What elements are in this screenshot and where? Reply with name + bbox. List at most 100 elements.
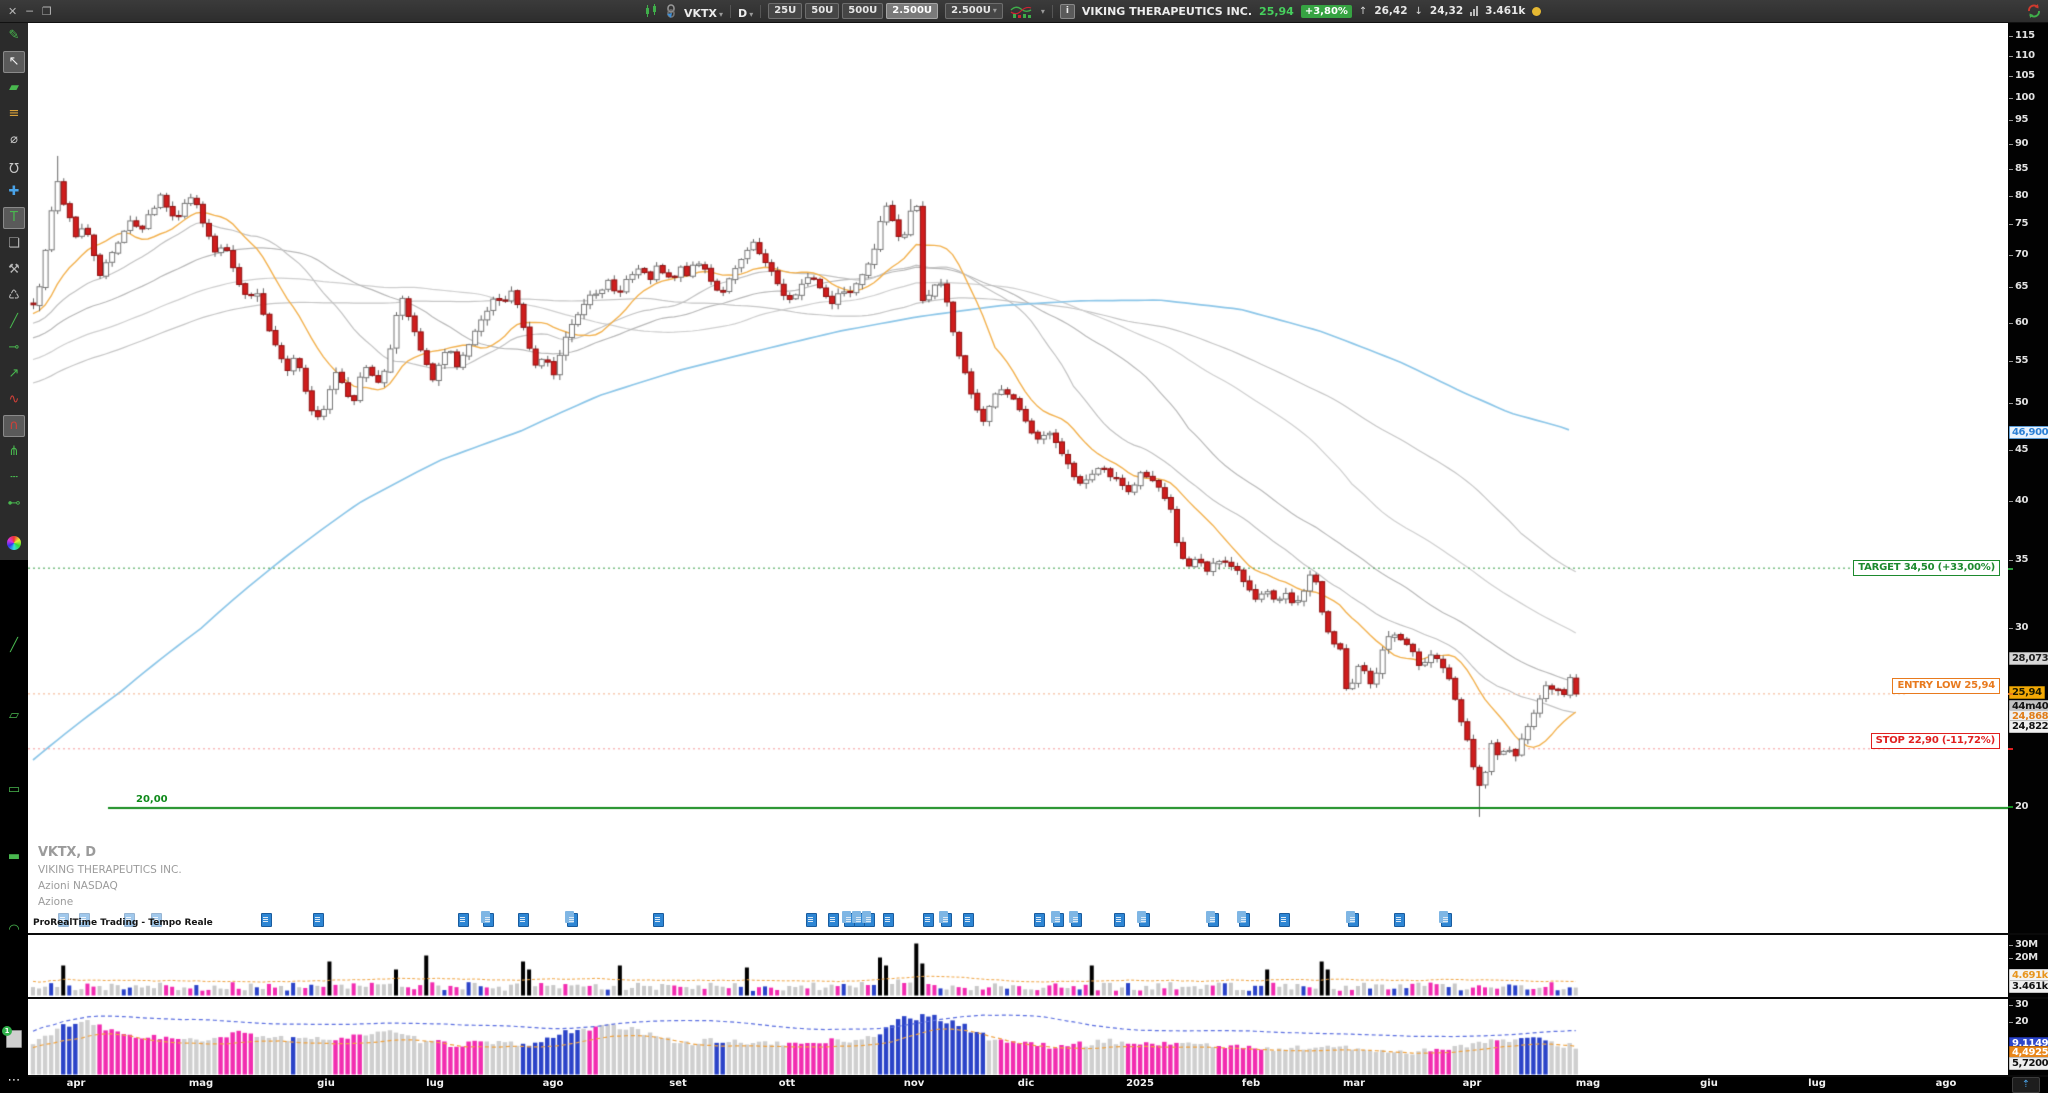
range-button-50u[interactable]: 50U <box>805 3 839 19</box>
entry-level-label[interactable]: ENTRY LOW 25,94 <box>1892 678 2000 694</box>
zoom-tool-icon[interactable]: ⌀ <box>0 129 28 151</box>
chart-type-icon[interactable] <box>1010 4 1032 19</box>
color-wheel-icon[interactable] <box>7 536 21 550</box>
news-event-icon[interactable] <box>1348 913 1359 927</box>
news-event-icon[interactable] <box>1239 913 1250 927</box>
title-toolbar: ✕─❐ VKTX▾ D▾ 25U50U500U2.500U 2.500U▾ <box>0 0 2048 23</box>
panel-divider[interactable] <box>28 933 2048 935</box>
jump-to-latest-button[interactable]: ⇡ <box>2012 1077 2040 1093</box>
news-event-icon[interactable] <box>1053 913 1064 927</box>
hbar-tool-icon[interactable]: ▬ <box>0 846 28 868</box>
duplicate-tool-icon[interactable]: ❏ <box>0 233 28 255</box>
target-level-label[interactable]: TARGET 34,50 (+33,00%) <box>1853 560 2000 576</box>
instrument-info-block: VKTX, D VIKING THERAPEUTICS INC. Azioni … <box>38 845 182 908</box>
price-tick-label: 110 <box>2015 50 2035 61</box>
hline-tool-icon[interactable]: ⊷ <box>0 493 28 515</box>
settings-tools-icon[interactable]: ⚒ <box>0 259 28 281</box>
alerts-bell-icon[interactable]: Ω <box>0 155 28 177</box>
toolbar-separator <box>760 5 761 18</box>
indicator-chart-canvas[interactable] <box>28 999 2008 1075</box>
arc-tool-icon[interactable]: ◠ <box>0 919 28 941</box>
range-button-25u[interactable]: 25U <box>768 3 802 19</box>
draw-pencil-icon[interactable]: ✎ <box>0 25 28 47</box>
range-buttons: 25U50U500U2.500U <box>768 3 938 19</box>
price-axis-value-box: 25,94 <box>2009 686 2045 699</box>
news-event-icon[interactable] <box>828 913 839 927</box>
news-event-icon[interactable] <box>1441 913 1452 927</box>
cursor-tool-icon[interactable]: ↖ <box>3 51 25 73</box>
news-event-icon[interactable] <box>261 913 272 927</box>
panel-divider[interactable] <box>28 997 2048 999</box>
stop-level-label[interactable]: STOP 22,90 (-11,72%) <box>1871 733 2000 749</box>
link-instrument-icon[interactable] <box>665 4 677 19</box>
auto-trend-ia-icon[interactable]: ∿ <box>0 389 28 411</box>
news-event-icon[interactable] <box>1071 913 1082 927</box>
minimize-window-icon[interactable]: ─ <box>26 5 33 18</box>
restore-window-icon[interactable]: ❐ <box>42 5 52 18</box>
volume-tick-label: 30M <box>2015 939 2038 950</box>
orders-doc-icon[interactable]: 1 <box>6 1030 22 1048</box>
more-tools-icon[interactable]: ⋯ <box>0 1070 28 1092</box>
arrow-tool-icon[interactable]: ↗ <box>0 363 28 385</box>
range-button-2.500u[interactable]: 2.500U <box>886 3 938 19</box>
price-tick-label: 95 <box>2015 114 2028 125</box>
news-event-icon[interactable] <box>806 913 817 927</box>
month-label: 2025 <box>1126 1078 1154 1089</box>
volume-chart-canvas[interactable] <box>28 935 2008 997</box>
text-tool-icon[interactable]: T <box>3 207 25 229</box>
market-status-dot <box>1532 7 1541 16</box>
support-level-label[interactable]: 20,00 <box>136 794 168 805</box>
segment-tool-icon[interactable]: ⊸ <box>0 337 28 359</box>
news-event-icon[interactable] <box>313 913 324 927</box>
news-event-icon[interactable] <box>883 913 894 927</box>
range-button-500u[interactable]: 500U <box>842 3 883 19</box>
news-event-icon[interactable] <box>653 913 664 927</box>
candlestick-style-icon[interactable] <box>645 4 658 18</box>
news-event-icon[interactable] <box>458 913 469 927</box>
toolbar-separator <box>1052 5 1053 18</box>
month-label: ago <box>543 1078 564 1089</box>
channel-tool-icon[interactable]: ▱ <box>0 705 28 727</box>
rectangle-tool-icon[interactable]: ▭ <box>0 779 28 801</box>
news-event-icon[interactable] <box>518 913 529 927</box>
trading-app-window: 1151101051009590858075706560555045403530… <box>0 0 2048 1093</box>
news-event-icon[interactable] <box>1208 913 1219 927</box>
chart-type-caret[interactable]: ▾ <box>1041 7 1045 16</box>
news-event-icon[interactable] <box>864 913 875 927</box>
price-chart-canvas[interactable] <box>28 22 2008 933</box>
trash-tool-icon[interactable]: ♺ <box>0 285 28 307</box>
market-label: Azioni NASDAQ <box>38 880 182 892</box>
news-event-icon[interactable] <box>483 913 494 927</box>
timeframe-selector[interactable]: D▾ <box>738 2 753 21</box>
instrument-info-icon[interactable]: i <box>1060 4 1075 19</box>
news-event-icon[interactable] <box>1114 913 1125 927</box>
month-label: mag <box>1576 1078 1600 1089</box>
close-window-icon[interactable]: ✕ <box>8 5 17 18</box>
trendline-tool-icon[interactable]: ╱ <box>0 311 28 333</box>
news-event-icon[interactable] <box>567 913 578 927</box>
news-event-icon[interactable] <box>1034 913 1045 927</box>
news-event-icon[interactable] <box>963 913 974 927</box>
indicator-tick-label: 20 <box>2015 1016 2028 1027</box>
dotted-line-tool-icon[interactable]: ┄ <box>0 467 28 489</box>
indicators-list-icon[interactable]: ≡ <box>0 103 28 125</box>
news-event-icon[interactable] <box>1279 913 1290 927</box>
indicator-axis-value-box: 5,7200 <box>2009 1057 2048 1070</box>
month-label: feb <box>1242 1078 1260 1089</box>
line2-tool-icon[interactable]: ╱ <box>0 635 28 657</box>
pan-tool-icon[interactable]: ✚ <box>0 181 28 203</box>
volume-axis-value-box: 3.461k <box>2009 980 2048 993</box>
instrument-name: VIKING THERAPEUTICS INC. <box>1082 5 1252 18</box>
fan-tool-icon[interactable]: ⋔ <box>0 441 28 463</box>
range-dropdown[interactable]: 2.500U▾ <box>945 3 1003 19</box>
time-axis[interactable]: ⇡ aprmaggiulugagosetottnovdic2025febmara… <box>0 1077 2048 1093</box>
level-axis-tick <box>2008 748 2013 750</box>
news-event-icon[interactable] <box>1394 913 1405 927</box>
news-event-icon[interactable] <box>1139 913 1150 927</box>
magnet-tool-icon[interactable]: ∩ <box>3 415 25 437</box>
news-event-icon[interactable] <box>923 913 934 927</box>
refresh-sync-icon[interactable] <box>2026 3 2042 19</box>
symbol-selector[interactable]: VKTX▾ <box>684 2 723 21</box>
eraser-tool-icon[interactable]: ▰ <box>0 77 28 99</box>
news-event-icon[interactable] <box>941 913 952 927</box>
